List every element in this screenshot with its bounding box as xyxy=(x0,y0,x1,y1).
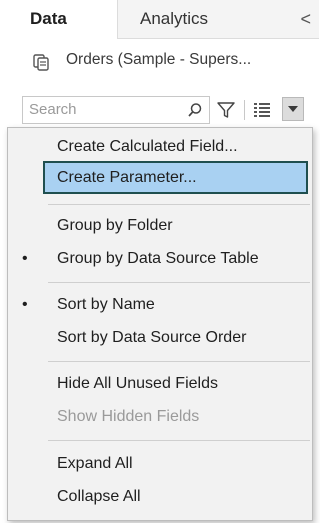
menu-item-label: Sort by Name xyxy=(57,296,155,313)
menu-item-label: Group by Data Source Table xyxy=(57,250,259,267)
menu-item-label: Create Calculated Field... xyxy=(57,138,238,155)
menu-divider xyxy=(48,282,310,283)
search-input[interactable]: Search xyxy=(22,96,210,124)
toolbar-separator xyxy=(244,100,245,120)
menu-item-create-parameter[interactable]: Create Parameter... xyxy=(8,162,312,194)
menu-item-label: Expand All xyxy=(57,455,133,472)
menu-item-label: Group by Folder xyxy=(57,217,173,234)
search-icon[interactable] xyxy=(187,102,203,118)
menu-item-sort-by-name[interactable]: • Sort by Name xyxy=(8,289,312,321)
selected-bullet-icon: • xyxy=(22,250,28,267)
menu-item-label: Create Parameter... xyxy=(57,169,197,186)
menu-item-label: Collapse All xyxy=(57,488,141,505)
menu-item-hide-all-unused-fields[interactable]: Hide All Unused Fields xyxy=(8,368,312,400)
datasource-icon xyxy=(33,54,49,71)
menu-item-group-by-data-source-table[interactable]: • Group by Data Source Table xyxy=(8,243,312,275)
menu-item-group-by-folder[interactable]: Group by Folder xyxy=(8,210,312,242)
menu-item-collapse-all[interactable]: Collapse All xyxy=(8,481,312,513)
menu-divider xyxy=(48,361,310,362)
filter-icon[interactable] xyxy=(216,100,236,120)
menu-divider xyxy=(48,204,310,205)
pane-tabs: Data Analytics < xyxy=(0,0,319,39)
datasource-name: Orders (Sample - Supers... xyxy=(66,51,252,68)
selected-bullet-icon: • xyxy=(22,296,28,313)
menu-item-label: Hide All Unused Fields xyxy=(57,375,218,392)
menu-item-label: Show Hidden Fields xyxy=(57,408,200,425)
list-view-icon[interactable] xyxy=(252,101,272,119)
menu-dropdown-button[interactable] xyxy=(282,97,304,121)
menu-item-show-hidden-fields: Show Hidden Fields xyxy=(8,401,312,433)
menu-divider xyxy=(48,440,310,441)
menu-item-create-calculated-field[interactable]: Create Calculated Field... xyxy=(8,131,312,163)
search-placeholder: Search xyxy=(29,101,77,118)
chevron-down-icon xyxy=(288,106,298,112)
menu-item-label: Sort by Data Source Order xyxy=(57,329,247,346)
tab-data[interactable]: Data xyxy=(0,0,118,39)
context-menu: Create Calculated Field... Create Parame… xyxy=(7,127,313,521)
tab-analytics[interactable]: Analytics xyxy=(140,0,208,38)
menu-item-sort-by-data-source-order[interactable]: Sort by Data Source Order xyxy=(8,322,312,354)
search-toolbar: Search xyxy=(0,94,319,126)
datasource-row[interactable]: Orders (Sample - Supers... xyxy=(0,39,319,85)
menu-item-expand-all[interactable]: Expand All xyxy=(8,448,312,480)
collapse-pane-icon[interactable]: < xyxy=(300,0,311,38)
